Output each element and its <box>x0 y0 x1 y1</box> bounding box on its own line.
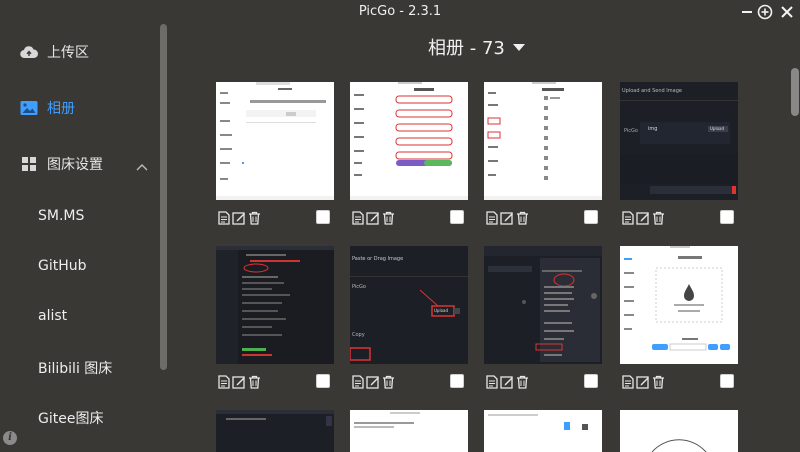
trash-icon[interactable] <box>248 374 262 389</box>
edit-icon[interactable] <box>232 374 246 389</box>
image-card[interactable] <box>216 410 334 452</box>
thumb-text: Upload and Send Image <box>622 88 682 94</box>
image-thumbnail[interactable] <box>620 246 738 364</box>
sidebar-scrollbar[interactable] <box>160 24 167 370</box>
sidebar-item-album[interactable]: 相册 <box>20 94 75 122</box>
grid-icon <box>20 155 38 173</box>
image-card[interactable] <box>484 82 602 225</box>
image-thumbnail[interactable] <box>350 410 468 452</box>
sidebar-sub-alist[interactable]: alist <box>38 308 67 324</box>
sidebar-sub-smms[interactable]: SM.MS <box>38 208 84 224</box>
select-checkbox[interactable] <box>584 210 598 224</box>
document-icon[interactable] <box>486 210 500 225</box>
image-icon <box>20 99 38 117</box>
document-icon[interactable] <box>218 374 232 389</box>
image-thumbnail[interactable] <box>484 410 602 452</box>
select-checkbox[interactable] <box>720 374 734 388</box>
trash-icon[interactable] <box>516 210 530 225</box>
image-thumbnail[interactable] <box>216 410 334 452</box>
info-icon[interactable]: i <box>3 431 17 445</box>
trash-icon[interactable] <box>382 210 396 225</box>
edit-icon[interactable] <box>500 210 514 225</box>
image-card[interactable] <box>216 82 334 225</box>
image-card[interactable] <box>484 410 602 452</box>
select-checkbox[interactable] <box>316 374 330 388</box>
thumb-text: Paste or Drag Image <box>352 256 404 262</box>
document-icon[interactable] <box>218 210 232 225</box>
thumb-text: PicGo <box>624 128 638 134</box>
edit-icon[interactable] <box>636 374 650 389</box>
caret-down-icon[interactable] <box>512 43 525 51</box>
thumb-text: img <box>648 126 658 132</box>
document-icon[interactable] <box>486 374 500 389</box>
title-bar: PicGo - 2.3.1 <box>0 0 800 24</box>
image-thumbnail[interactable] <box>216 82 334 200</box>
sidebar-sub-bilibili[interactable]: Bilibili 图床 <box>38 358 112 378</box>
window-title: PicGo - 2.3.1 <box>358 4 442 19</box>
select-checkbox[interactable] <box>450 374 464 388</box>
image-thumbnail[interactable] <box>216 246 334 364</box>
select-checkbox[interactable] <box>316 210 330 224</box>
close-icon[interactable] <box>778 3 796 21</box>
album-title[interactable]: 相册 - 73 <box>428 34 525 60</box>
plus-circle-icon[interactable] <box>756 3 774 21</box>
trash-icon[interactable] <box>248 210 262 225</box>
sidebar: 上传区 相册 图床设置 SM.MS GitHub alist Bilibili … <box>0 24 170 452</box>
sidebar-item-upload[interactable]: 上传区 <box>20 38 89 66</box>
thumb-text: PicGo <box>352 284 366 290</box>
edit-icon[interactable] <box>636 210 650 225</box>
image-card[interactable] <box>350 410 468 452</box>
cloud-upload-icon <box>20 43 38 61</box>
edit-icon[interactable] <box>366 374 380 389</box>
document-icon[interactable] <box>352 210 366 225</box>
select-checkbox[interactable] <box>584 374 598 388</box>
thumb-text: Upload <box>710 126 725 131</box>
image-thumbnail[interactable] <box>484 246 602 364</box>
sidebar-sub-gitee[interactable]: Gitee图床 <box>38 408 103 428</box>
edit-icon[interactable] <box>500 374 514 389</box>
edit-icon[interactable] <box>366 210 380 225</box>
trash-icon[interactable] <box>516 374 530 389</box>
image-thumbnail[interactable] <box>620 410 738 452</box>
minimize-icon[interactable] <box>738 3 756 21</box>
thumb-text: Upload <box>434 308 449 313</box>
trash-icon[interactable] <box>382 374 396 389</box>
trash-icon[interactable] <box>652 210 666 225</box>
sidebar-item-label: 上传区 <box>47 45 89 61</box>
document-icon[interactable] <box>622 374 636 389</box>
select-checkbox[interactable] <box>450 210 464 224</box>
sidebar-item-label: 图床设置 <box>47 157 103 173</box>
image-card[interactable] <box>484 246 602 389</box>
image-thumbnail[interactable]: Paste or Drag Image PicGo Upload Copy <box>350 246 468 364</box>
trash-icon[interactable] <box>652 374 666 389</box>
album-scrollbar[interactable] <box>791 68 799 116</box>
image-thumbnail[interactable] <box>350 82 468 200</box>
image-card[interactable] <box>216 246 334 389</box>
image-card[interactable] <box>620 246 738 389</box>
chevron-up-icon[interactable] <box>136 156 148 175</box>
edit-icon[interactable] <box>232 210 246 225</box>
document-icon[interactable] <box>352 374 366 389</box>
image-card[interactable]: Upload and Send Image img PicGo Upload <box>620 82 738 225</box>
sidebar-sub-github[interactable]: GitHub <box>38 258 87 274</box>
thumb-text: Copy <box>352 332 365 338</box>
select-checkbox[interactable] <box>720 210 734 224</box>
sidebar-item-picbed-settings[interactable]: 图床设置 <box>20 150 103 178</box>
image-thumbnail[interactable]: Upload and Send Image img PicGo Upload <box>620 82 738 200</box>
image-card[interactable] <box>620 410 738 452</box>
sidebar-item-label: 相册 <box>47 101 75 117</box>
image-card[interactable] <box>350 82 468 225</box>
image-thumbnail[interactable] <box>484 82 602 200</box>
image-card[interactable]: Paste or Drag Image PicGo Upload Copy <box>350 246 468 389</box>
document-icon[interactable] <box>622 210 636 225</box>
